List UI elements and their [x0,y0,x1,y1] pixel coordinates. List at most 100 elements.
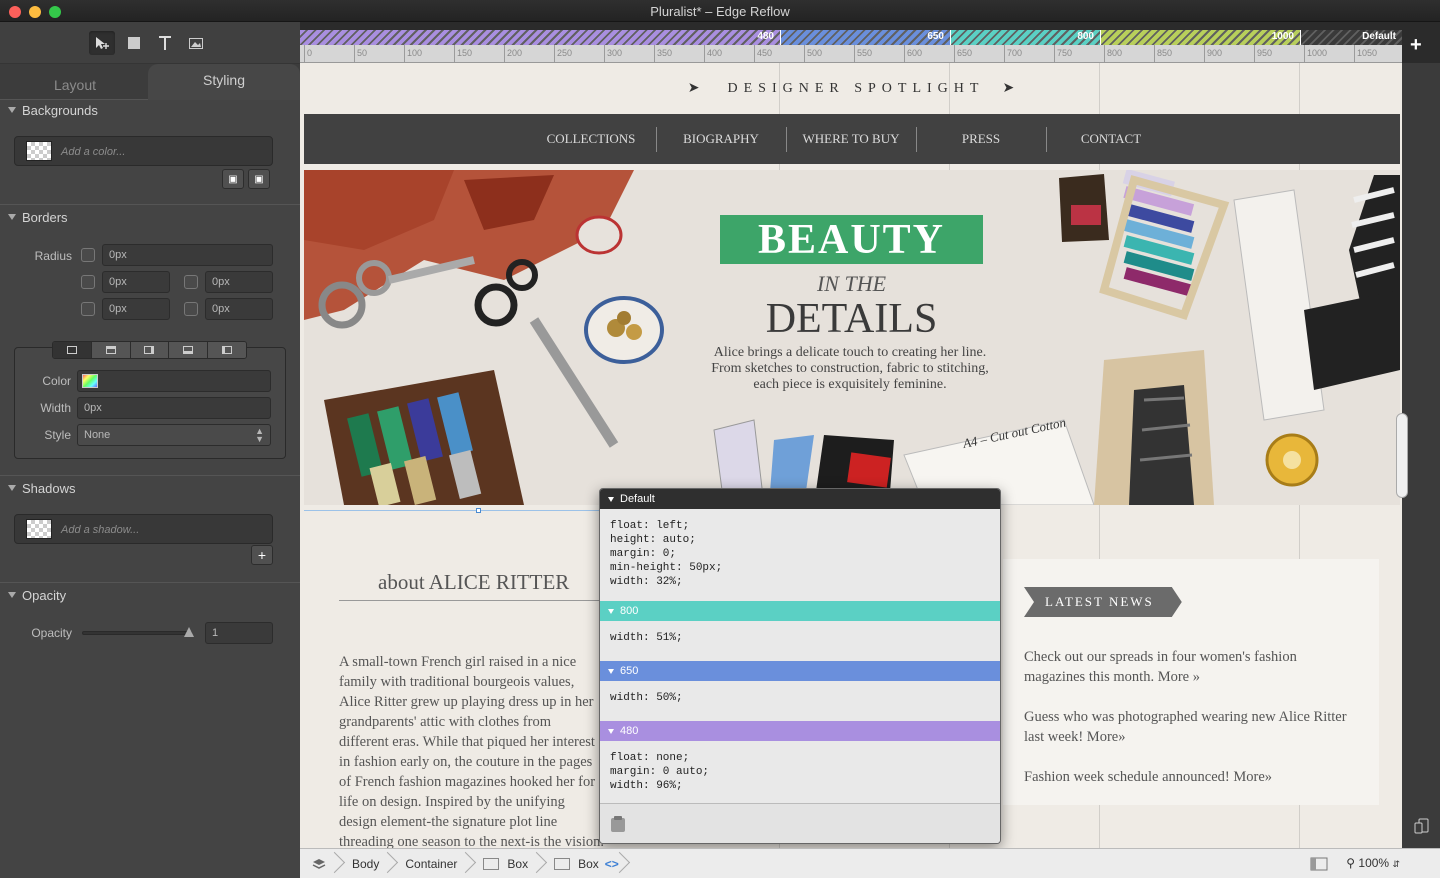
code-view-icon[interactable]: <> [605,857,619,871]
breadcrumb-body[interactable]: Body [340,849,393,878]
add-breakpoint-button[interactable]: + [1410,34,1422,57]
color-picker-icon[interactable] [82,374,98,388]
border-right-button[interactable] [130,342,170,358]
hero-in-the: IN THE [816,271,887,296]
css-section-650-header[interactable]: 650 [600,661,1000,681]
border-top-button[interactable] [91,342,131,358]
breakpoint-1000[interactable]: 1000 [1100,30,1300,45]
radius-bottom-left-field[interactable]: 0px [102,298,170,320]
css-code-650[interactable]: width: 50%; [600,681,1000,721]
right-arrow-ornament-icon: ➤ [1002,81,1015,96]
ruler-tick-mark [554,45,555,62]
tab-layout[interactable]: Layout [0,64,150,100]
panel-tabs: Layout Styling [0,64,300,100]
nav-where-to-buy[interactable]: WHERE TO BUY [786,114,916,164]
radius-bl-checkbox[interactable] [81,302,95,316]
radius-top-right-field[interactable]: 0px [205,271,273,293]
nav-biography[interactable]: BIOGRAPHY [656,114,786,164]
zoom-control[interactable]: ⚲ 100% ⇵ [1346,856,1400,870]
device-preview-icon[interactable] [1414,818,1430,834]
opacity-section-header[interactable]: Opacity [0,583,300,607]
css-code-800[interactable]: width: 51%; [600,621,1000,661]
breadcrumb-container[interactable]: Container [393,849,471,878]
layers-button[interactable] [300,849,340,878]
add-image-background-button[interactable]: ▣ [222,169,244,189]
hero-image[interactable]: A4 – Cut out Cotton BEAUTY IN THE DETAIL… [304,170,1400,505]
background-color-well[interactable]: Add a color... [14,136,273,166]
about-title: about ALICE RITTER [378,570,570,594]
add-gradient-icon: ▣ [254,173,264,185]
breakpoint-480[interactable]: 480 [300,30,780,45]
disclosure-triangle-icon [8,485,16,491]
breadcrumb-box-selected[interactable]: Box <> [542,849,625,878]
tab-styling[interactable]: Styling [148,64,300,100]
shadows-section-header[interactable]: Shadows [0,476,300,500]
border-color-field[interactable] [77,370,271,392]
css-section-800-header[interactable]: 800 [600,601,1000,621]
box-icon [554,857,571,870]
border-side-selector [52,341,247,359]
ruler-tick-label: 0 [307,48,313,58]
add-gradient-background-button[interactable]: ▣ [248,169,270,189]
ruler-tick-mark [1054,45,1055,62]
selection-handle[interactable] [476,508,481,513]
radius-tr-checkbox[interactable] [184,275,198,289]
ruler-tick-label: 150 [457,48,473,58]
breakpoint-default[interactable]: Default [1300,30,1402,45]
borders-title: Borders [22,209,68,225]
nav-contact[interactable]: CONTACT [1046,114,1176,164]
shadow-well[interactable]: Add a shadow... [14,514,273,544]
news-item[interactable]: Fashion week schedule announced! More» [1024,767,1354,787]
disclosure-triangle-icon [608,668,614,674]
nav-press[interactable]: PRESS [916,114,1046,164]
breadcrumb-label: Box [578,856,599,871]
css-section-480-header[interactable]: 480 [600,721,1000,741]
latest-news-box[interactable]: LATEST NEWS Check out our spreads in fou… [1003,559,1379,805]
css-code-480[interactable]: float: none; margin: 0 auto; width: 96%; [600,741,1000,805]
add-shadow-button[interactable]: + [251,545,273,565]
plus-icon: + [257,547,267,563]
backgrounds-section-header[interactable]: Backgrounds [0,98,300,122]
ruler-tick-mark [1204,45,1205,62]
radius-br-checkbox[interactable] [184,302,198,316]
border-all-sides-button[interactable] [53,342,92,358]
breakpoint-650[interactable]: 650 [780,30,950,45]
nav-collections[interactable]: COLLECTIONS [526,114,656,164]
image-tool[interactable] [183,31,209,55]
news-item[interactable]: Guess who was photographed wearing new A… [1024,707,1354,747]
clipboard-icon[interactable] [610,815,626,833]
left-side-icon [222,346,233,354]
tool-row [0,22,300,64]
breakpoint-label: 650 [927,31,944,42]
about-text: A small-town French girl raised in a nic… [339,654,604,848]
ruler-tick-mark [454,45,455,62]
opacity-field[interactable]: 1 [205,622,273,644]
select-tool[interactable] [89,31,115,55]
rectangle-tool[interactable] [121,31,147,55]
border-style-select[interactable]: None ▲ ▼ [77,424,271,446]
opacity-slider[interactable] [82,627,194,637]
layers-icon [312,858,326,869]
breakpoint-800[interactable]: 800 [950,30,1100,45]
window-title: Pluralist* – Edge Reflow [650,4,790,19]
radius-tl-checkbox[interactable] [81,275,95,289]
border-left-button[interactable] [208,342,246,358]
borders-section-header[interactable]: Borders [0,205,300,229]
radius-bottom-right-field[interactable]: 0px [205,298,273,320]
border-width-field[interactable]: 0px [77,397,271,419]
border-bottom-button[interactable] [169,342,209,358]
radius-all-field[interactable]: 0px [102,244,273,266]
css-code-default[interactable]: float: left; height: auto; margin: 0; mi… [600,509,1000,601]
radius-link-checkbox[interactable] [81,248,95,262]
news-item[interactable]: Check out our spreads in four women's fa… [1024,647,1354,687]
opacity-slider-knob[interactable] [184,627,194,637]
canvas-width-handle[interactable] [1396,413,1408,498]
breakpoint-label: 800 [1077,31,1094,42]
layout-toggle-icon[interactable] [1310,857,1328,871]
text-tool[interactable] [152,31,178,55]
breadcrumb-box[interactable]: Box [471,849,542,878]
css-section-default-header[interactable]: Default [600,489,1000,509]
radius-top-left-field[interactable]: 0px [102,271,170,293]
text-icon [159,36,171,50]
horizontal-ruler[interactable]: 0 50 100 150 200 250 300 350 400 450 500 550 600 650 7… [300,45,1402,63]
